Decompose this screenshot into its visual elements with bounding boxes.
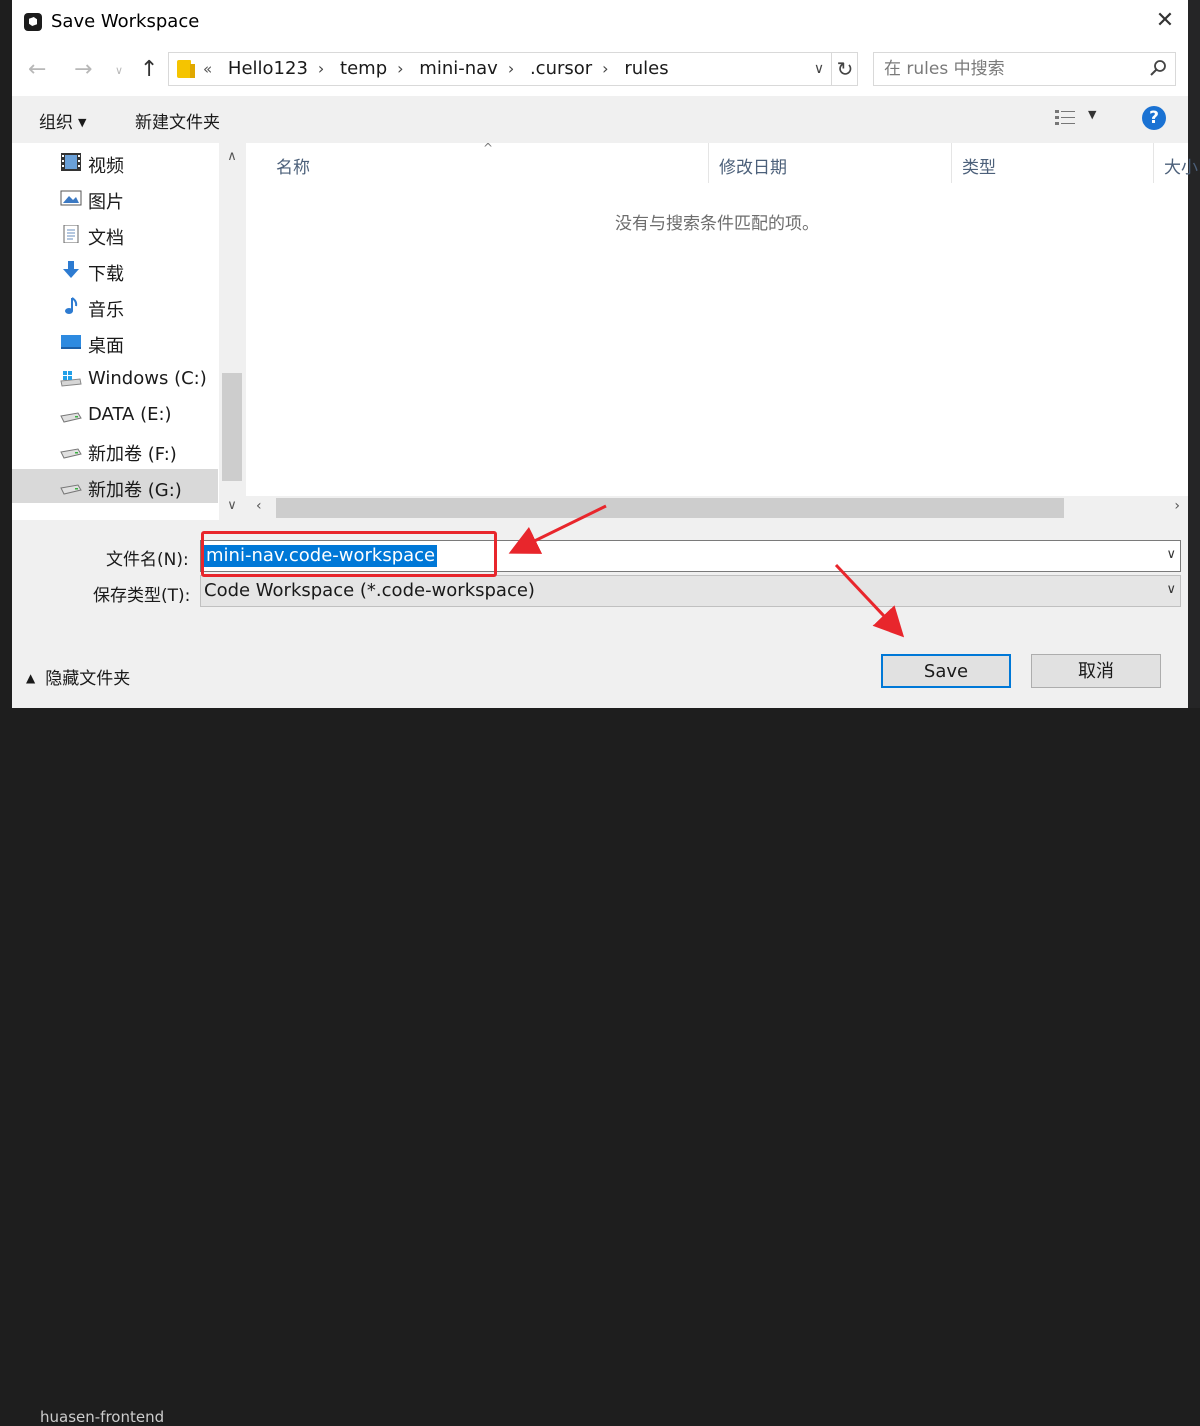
chevron-right-icon[interactable]: › [397,53,403,85]
caret-down-icon: ▼ [78,116,87,129]
pictures-icon [60,190,82,206]
sidebar-item-label: DATA (E:) [88,404,172,425]
sidebar-item-videos[interactable]: 视频 [12,145,218,179]
breadcrumb: « Hello123 › temp › mini-nav › .cursor › rul… [203,53,669,85]
up-arrow-icon[interactable]: ↑ [140,57,158,83]
drive-icon [60,484,82,495]
background-project-label: huasen-frontend [40,1408,165,1426]
close-icon[interactable]: ✕ [1152,8,1178,34]
back-arrow-icon[interactable]: ← [28,57,46,83]
new-folder-button[interactable]: 新建文件夹 [135,108,220,133]
column-header-size[interactable]: 大小 [1164,153,1198,178]
view-dropdown-caret-icon[interactable]: ▼ [1088,108,1096,121]
address-bar[interactable]: « Hello123 › temp › mini-nav › .cursor › rul… [168,52,858,86]
save-dialog: Save Workspace ✕ ← → ∨ ↑ « Hello123 › tem… [12,0,1198,708]
filetype-label: 保存类型(T): [93,586,191,606]
filename-label: 文件名(N): [106,550,189,570]
sidebar-item-documents[interactable]: 文档 [12,217,218,251]
sidebar-scrollbar[interactable]: ∧ ∨ [219,143,245,520]
recent-locations-chevron-icon[interactable]: ∨ [115,58,123,84]
documents-icon [63,225,79,243]
help-icon[interactable]: ? [1142,106,1166,130]
background-editor-bottom: huasen-frontend [0,708,1200,1426]
chevron-right-icon[interactable]: › [602,53,608,85]
save-button[interactable]: Save [881,654,1011,688]
refresh-icon[interactable]: ↻ [831,53,858,85]
sidebar-item-drive-g[interactable]: 新加卷 (G:) [12,469,218,503]
windows-drive-icon [60,371,82,387]
sidebar-item-label: 视频 [88,156,124,177]
download-icon [63,261,79,278]
scrollbar-thumb[interactable] [276,498,1064,518]
column-header-date[interactable]: 修改日期 [719,153,787,178]
sidebar-item-drive-c[interactable]: Windows (C:) [12,361,218,395]
sidebar-item-downloads[interactable]: 下载 [12,253,218,287]
chevron-down-icon[interactable]: ∨ [1166,547,1176,562]
sidebar-item-label: Windows (C:) [88,368,207,389]
sidebar-item-desktop[interactable]: 桌面 [12,325,218,359]
drive-icon [60,448,82,459]
sort-ascending-icon: ^ [483,141,494,155]
breadcrumb-item[interactable]: rules [624,58,668,79]
column-divider[interactable] [951,143,952,183]
horizontal-scrollbar[interactable]: ‹ › [246,496,1188,520]
background-editor-panel [1188,0,1200,720]
sidebar-item-label: 新加卷 (G:) [88,480,182,501]
breadcrumb-item[interactable]: temp [340,58,387,79]
title-bar: Save Workspace ✕ [12,0,1188,44]
app-icon [24,13,42,31]
music-icon [65,297,78,314]
column-divider[interactable] [708,143,709,183]
scroll-up-icon[interactable]: ∧ [219,149,245,169]
search-input[interactable] [874,53,1154,85]
column-header-name[interactable]: 名称 [276,153,310,178]
breadcrumb-overflow[interactable]: « [203,60,212,78]
scroll-left-icon[interactable]: ‹ [256,498,262,514]
forward-arrow-icon[interactable]: → [74,57,92,83]
folder-icon [177,60,195,78]
scrollbar-thumb[interactable] [222,373,242,481]
command-toolbar: 组织 ▼ 新建文件夹 ▼ ? [12,96,1188,142]
sidebar-item-drive-f[interactable]: 新加卷 (F:) [12,433,218,467]
sidebar-item-label: 文档 [88,228,124,249]
sidebar-item-drive-e[interactable]: DATA (E:) [12,397,218,431]
chevron-right-icon[interactable]: › [508,53,514,85]
cancel-button[interactable]: 取消 [1031,654,1161,688]
sidebar-item-label: 新加卷 (F:) [88,444,177,465]
column-header-type[interactable]: 类型 [962,153,996,178]
chevron-up-icon: ▲ [26,671,36,685]
navigation-bar: ← → ∨ ↑ « Hello123 › temp › mini-nav › .cur… [12,44,1188,96]
sidebar-item-music[interactable]: 音乐 [12,289,218,323]
chevron-down-icon[interactable]: ∨ [1166,582,1176,597]
search-icon[interactable] [1149,59,1167,77]
filetype-value: Code Workspace (*.code-workspace) [204,580,535,601]
video-icon [61,153,81,171]
address-dropdown-chevron-icon[interactable]: ∨ [809,53,829,85]
desktop-icon [61,335,81,349]
sidebar-item-label: 桌面 [88,336,124,357]
scroll-right-icon[interactable]: › [1174,498,1180,514]
empty-message: 没有与搜索条件匹配的项。 [615,214,819,234]
breadcrumb-item[interactable]: mini-nav [419,58,498,79]
breadcrumb-item[interactable]: .cursor [530,58,592,79]
file-list: ^ 名称 修改日期 类型 大小 没有与搜索条件匹配的项。 ‹ › [246,141,1198,520]
scroll-down-icon[interactable]: ∨ [219,498,245,518]
annotation-highlight-box [201,531,497,577]
filetype-select[interactable]: Code Workspace (*.code-workspace) ∨ [200,575,1181,607]
navigation-pane: 视频 图片 文档 下载 音乐 桌面 Windows (C:) DATA (E:)… [12,143,245,520]
sidebar-item-label: 图片 [88,192,124,213]
drive-icon [60,412,82,423]
sidebar-item-label: 音乐 [88,300,124,321]
organize-menu-button[interactable]: 组织 ▼ [39,108,86,133]
search-box[interactable] [873,52,1176,86]
sidebar-item-pictures[interactable]: 图片 [12,181,218,215]
window-title: Save Workspace [51,11,200,32]
hide-folders-toggle[interactable]: ▲ 隐藏文件夹 [26,664,130,689]
view-options-icon[interactable] [1054,109,1076,127]
column-divider[interactable] [1153,143,1154,183]
breadcrumb-item[interactable]: Hello123 [228,58,308,79]
chevron-right-icon[interactable]: › [318,53,324,85]
sidebar-item-label: 下载 [88,264,124,285]
